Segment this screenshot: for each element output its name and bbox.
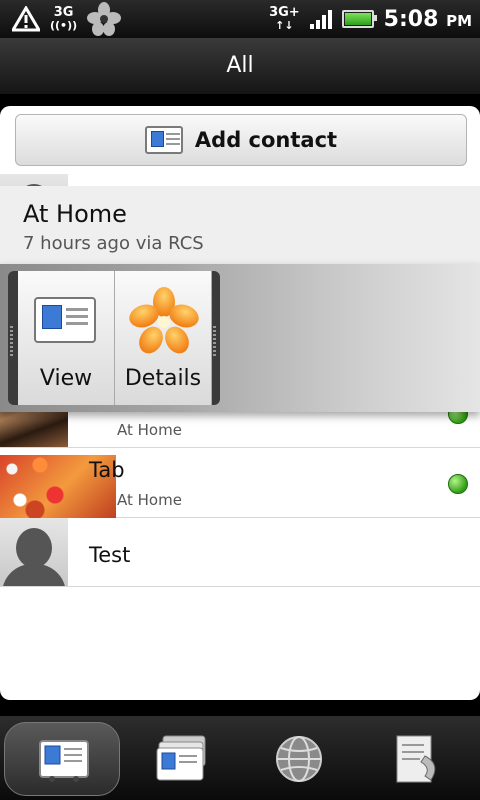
contact-card-icon <box>34 297 96 343</box>
call-log-icon <box>396 735 436 783</box>
list-item[interactable]: Tab At Home <box>0 449 480 529</box>
view-label: View <box>39 366 93 391</box>
contact-status: At Home <box>117 491 182 509</box>
left-grip-handle <box>10 326 13 356</box>
contact-name: Test <box>89 543 131 567</box>
contact-card-icon <box>39 740 89 782</box>
contact-card-icon <box>144 126 183 154</box>
quick-contact-actions-bar: View Details <box>0 264 480 412</box>
right-grip-handle <box>213 326 216 356</box>
pinwheel-icon <box>87 2 122 36</box>
flower-icon <box>129 287 199 354</box>
page-title[interactable]: All <box>0 38 480 94</box>
contact-status: At Home <box>117 421 182 439</box>
broadcast-icon: ((•)) <box>50 19 78 32</box>
bottom-tab-bar <box>0 716 480 800</box>
signal-strength-icon <box>309 9 332 29</box>
group-cards-icon <box>156 735 206 781</box>
tab-groups[interactable] <box>122 722 238 796</box>
battery-icon <box>341 10 377 28</box>
globe-icon <box>276 736 322 782</box>
status-bar: 3G ((•)) 3G+ ↑↓ 5:08 PM <box>0 0 480 38</box>
tab-call-history[interactable] <box>358 722 474 796</box>
add-contact-label: Add contact <box>194 128 338 152</box>
list-item[interactable]: Test <box>0 518 480 587</box>
details-label: Details <box>124 366 202 391</box>
online-status-icon <box>448 474 468 494</box>
tab-people[interactable] <box>4 722 120 796</box>
quick-actions: View Details <box>8 271 220 405</box>
tab-online-directory[interactable] <box>240 722 356 796</box>
quick-contact-subtitle: 7 hours ago via RCS <box>23 233 204 254</box>
network-label-2: 3G+ <box>269 5 300 20</box>
quick-contact-title: At Home <box>23 200 127 228</box>
network-3g-indicator: 3G ((•)) <box>50 6 77 32</box>
add-contact-button[interactable]: Add contact <box>15 114 467 166</box>
data-arrows-icon: ↑↓ <box>275 19 294 32</box>
status-clock: 5:08 PM <box>384 7 472 32</box>
avatar <box>0 518 68 586</box>
clock-time: 5:08 <box>383 6 439 32</box>
quick-contact-header: At Home 7 hours ago via RCS <box>0 186 480 265</box>
warning-icon <box>12 6 40 32</box>
network-3g-plus-indicator: 3G+ ↑↓ <box>269 6 300 32</box>
network-label: 3G <box>53 5 74 20</box>
clock-ampm: PM <box>446 11 472 30</box>
contact-name: Tab <box>89 458 125 482</box>
details-button[interactable]: Details <box>115 271 212 405</box>
view-button[interactable]: View <box>18 271 115 405</box>
